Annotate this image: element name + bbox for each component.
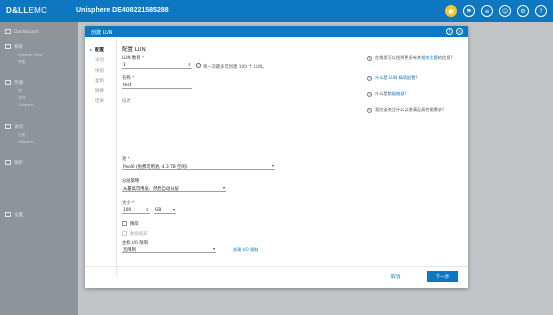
nav-access[interactable]: 访问 [5,124,23,130]
data-reduction-label: 数据缩减 [130,232,148,237]
dialog-title: 创建 LUN [91,29,113,36]
help-circle-icon: ? [367,107,372,113]
stepper-icon[interactable]: ⇕ [146,207,149,212]
configure-lun-form: 配置 LUN LUN 数目 * 1 ⇕ 将一次最多可创建 100 个 LUN。 名… [122,37,357,257]
nav-sub-block[interactable]: 块 [18,88,22,94]
host-io-limit-select[interactable]: 无限制 ▾ [122,246,216,253]
nav-system[interactable]: 系统 [5,44,23,50]
access-icon [5,124,11,129]
nav-protection[interactable]: 保护 [5,160,23,166]
brand-logo: D&LLEMC [6,6,48,15]
top-icons: ● ⚑ ≡ ☺ ⚙ ? [445,5,547,17]
step-snapshot[interactable]: 快照 [85,68,116,78]
nav-settings[interactable]: 设置 [5,212,23,218]
nav-storage[interactable]: 存储 [5,80,23,86]
wizard-steps: 配置 访问 快照 复制 摘要 结果 [85,37,117,277]
help-circle-icon: ? [367,91,372,97]
stepper-icon[interactable]: ⇕ [188,62,191,67]
nav-sub-vmware-access[interactable]: VMware [18,139,33,144]
help-circle-icon: ? [367,75,372,81]
name-label: 名称 * [122,76,135,81]
alert-bell-icon[interactable]: ● [445,5,457,17]
dialog-footer: 取消 下一步 [85,266,468,288]
nav-sub-host[interactable]: 主机 [18,132,26,138]
step-configure[interactable]: 配置 [85,47,116,57]
help-link[interactable]: 数据缩减 [388,91,405,96]
name-input[interactable]: test [122,82,192,89]
pool-label: 池 * [122,157,130,162]
tiering-select[interactable]: 从最高可用层，然后自动分层 ▾ [122,185,226,192]
dashboard-icon [5,29,11,34]
chevron-down-icon: ▾ [212,246,215,251]
description-label: 描述 [122,99,131,104]
lun-count-input[interactable]: 1 ⇕ [122,62,192,69]
nav-sub-file[interactable]: 文件 [18,95,26,101]
section-title: 配置 LUN [122,47,146,53]
protection-icon [5,160,11,165]
help-item-performance: ? 我应该关注什么以便满足高性能需求？ [367,107,447,113]
size-label: 大小 * [122,201,135,206]
step-results[interactable]: 结果 [85,98,116,108]
settings-icon[interactable]: ⚙ [517,5,529,17]
help-item-thin: ? 什么是 LUN 精简配置? [367,75,418,81]
thin-checkbox[interactable] [122,221,127,226]
step-summary[interactable]: 摘要 [85,88,116,98]
help-icon[interactable]: ? [535,5,547,17]
info-icon [196,63,201,68]
system-title: Unisphere DE408221585288 [76,7,169,14]
help-icon[interactable]: ? [446,28,453,35]
settings-nav-icon [5,212,11,217]
help-item-more-info: ? 在哪里可以找到更多有关相关主题的信息? [367,55,453,61]
tiering-label: 分层策略 [122,179,140,184]
size-unit-select[interactable]: GB ▾ [154,207,176,214]
chevron-down-icon: ▾ [222,185,225,190]
step-replication[interactable]: 复制 [85,78,116,88]
create-io-limit-link[interactable]: 创建 I/O 限制 [233,247,258,253]
nav-dashboard[interactable]: Dashboard [5,29,38,35]
nav-sub-system-view[interactable]: System View [18,52,42,57]
user-icon[interactable]: ☺ [499,5,511,17]
dialog-header: 创建 LUN ? × [85,26,468,37]
chevron-down-icon: ▾ [172,207,175,212]
list-icon[interactable]: ≡ [481,5,493,17]
left-nav: Dashboard 系统 System View 性能 存储 块 文件 VMwa… [0,22,78,315]
size-input[interactable]: 100 ⇕ [122,207,150,214]
top-bar: D&LLEMC Unisphere DE408221585288 ● ⚑ ≡ ☺… [0,0,553,22]
help-item-data-reduction: ? 什么是数据缩减? [367,91,407,97]
help-circle-icon: ? [367,55,372,61]
lun-count-label: LUN 数目 * [122,56,145,61]
storage-icon [5,80,11,85]
next-button[interactable]: 下一步 [427,271,458,282]
pool-select[interactable]: Pool0 (免费可用池, 4.3 TB 空闲) ▾ [122,163,275,170]
help-link[interactable]: 相关主题 [421,55,438,60]
data-reduction-checkbox[interactable] [122,231,127,236]
step-access[interactable]: 访问 [85,57,116,67]
close-icon[interactable]: × [456,28,463,35]
lun-count-note: 将一次最多可创建 100 个 LUN。 [203,64,267,70]
notification-icon[interactable]: ⚑ [463,5,475,17]
help-link[interactable]: 什么是 LUN 精简配置 [375,75,415,80]
nav-sub-vmware[interactable]: VMware [18,102,33,107]
chevron-down-icon: ▾ [271,163,274,168]
system-icon [5,44,11,49]
thin-label: 精简 [130,222,139,227]
nav-sub-performance[interactable]: 性能 [18,59,26,65]
cancel-button[interactable]: 取消 [391,273,401,280]
create-lun-dialog: 创建 LUN ? × 配置 访问 快照 复制 摘要 结果 配置 LUN LUN … [85,26,468,288]
